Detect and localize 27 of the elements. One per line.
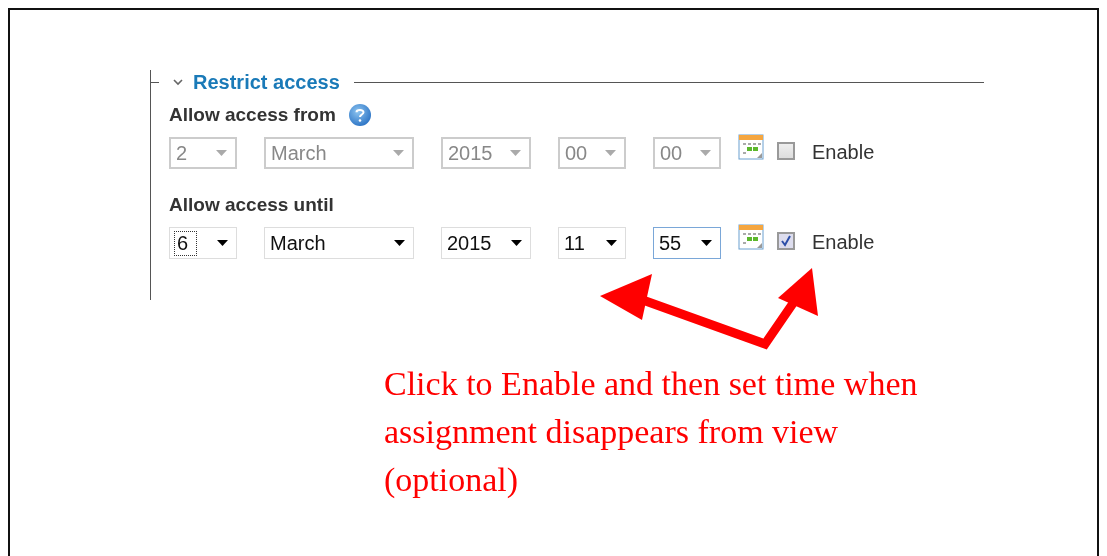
calendar-icon[interactable]: [738, 134, 764, 160]
caret-icon: [216, 150, 227, 156]
help-icon[interactable]: [347, 103, 372, 127]
section-title[interactable]: Restrict access: [193, 70, 340, 94]
caret-icon: [217, 240, 228, 246]
chevron-icon[interactable]: [173, 78, 183, 86]
dropdown[interactable]: March: [264, 227, 414, 259]
caret-icon: [394, 240, 405, 246]
calendar-icon[interactable]: [738, 224, 764, 250]
caret-icon: [701, 240, 712, 246]
checkbox[interactable]: [777, 142, 795, 160]
dropdown[interactable]: 11: [558, 227, 626, 259]
dropdown[interactable]: 6: [169, 227, 237, 259]
field-label: Allow access until: [169, 194, 334, 216]
caret-icon: [511, 240, 522, 246]
checkbox[interactable]: [777, 232, 795, 250]
caret-icon: [393, 150, 404, 156]
dropdown[interactable]: 55: [653, 227, 721, 259]
checkbox-label[interactable]: Enable: [812, 230, 875, 254]
caret-icon: [510, 150, 521, 156]
field-label: Allow access from: [169, 104, 336, 126]
dropdown[interactable]: 2015: [441, 227, 531, 259]
caret-icon: [606, 240, 617, 246]
caret-icon: [700, 150, 711, 156]
caret-icon: [605, 150, 616, 156]
annotation-text: Click to Enable and then set time when assignment disappears from view (optional): [384, 364, 919, 500]
checkbox-label[interactable]: Enable: [812, 140, 875, 164]
